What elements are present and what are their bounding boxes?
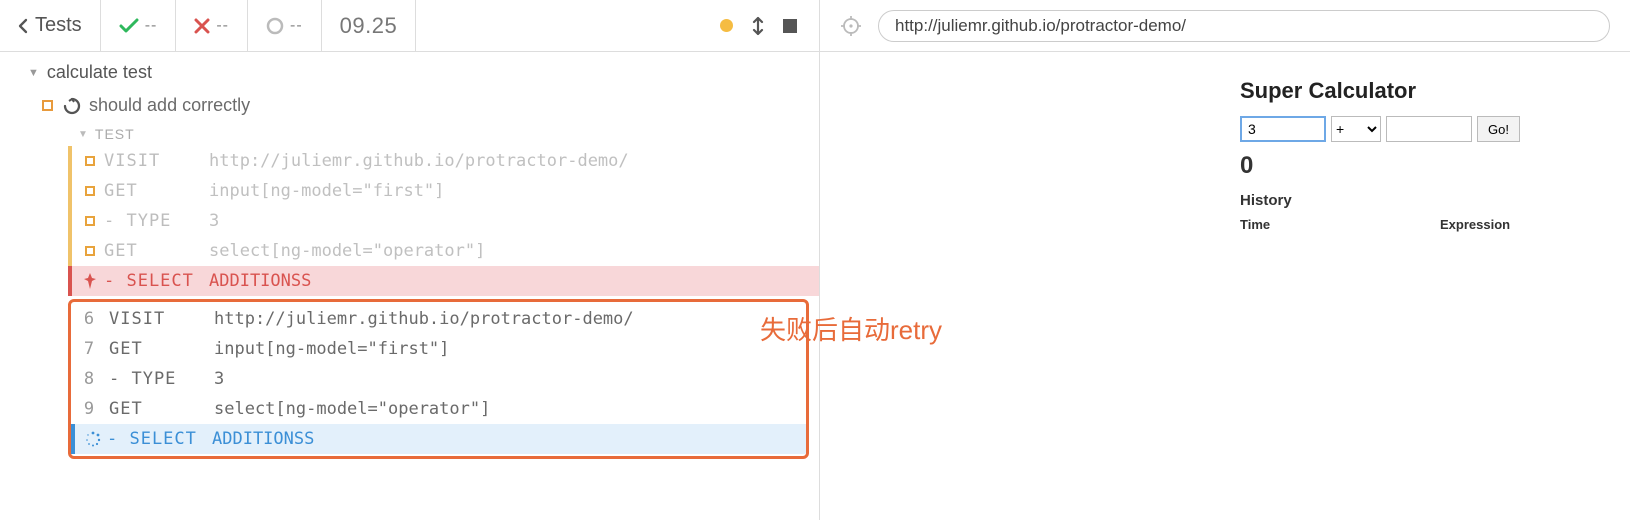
row-number: 8: [79, 369, 99, 389]
command-row[interactable]: GETselect[ng-model="operator"]: [68, 236, 819, 266]
pending-count-cell[interactable]: --: [248, 0, 322, 51]
back-to-tests[interactable]: Tests: [0, 0, 101, 51]
duration-cell: 09.25: [322, 0, 417, 51]
command-name: GET: [104, 181, 209, 201]
circle-icon: [266, 17, 284, 35]
command-message: http://juliemr.github.io/protractor-demo…: [214, 309, 634, 329]
annotation: 失败后自动retry: [760, 310, 942, 347]
history-columns: Time Expression: [1240, 217, 1580, 232]
stop-button[interactable]: [783, 19, 797, 33]
row-number: 9: [79, 399, 99, 419]
command-name: - SELECT: [107, 429, 212, 449]
operator-select[interactable]: +: [1331, 116, 1381, 142]
runner-toolbar: Tests -- -- -- 09.25: [0, 0, 819, 52]
section-label: TEST: [95, 126, 135, 142]
spinner-icon: [63, 97, 81, 115]
col-expression: Expression: [1440, 217, 1510, 232]
page-preview: Super Calculator + Go! 0 History Time Ex…: [820, 52, 1630, 520]
test-title-row[interactable]: should add correctly: [0, 91, 819, 122]
spinner-dots-icon: [79, 431, 107, 447]
calculator-title: Super Calculator: [1240, 78, 1580, 104]
command-name: - TYPE: [109, 369, 214, 389]
pass-count-cell[interactable]: --: [101, 0, 177, 51]
command-message: select[ng-model="operator"]: [209, 241, 485, 261]
pending-count: --: [290, 17, 303, 35]
history-label: History: [1240, 192, 1580, 209]
second-number-input[interactable]: [1386, 116, 1472, 142]
command-message: 3: [209, 211, 219, 231]
x-icon: [194, 18, 210, 34]
url-input[interactable]: [878, 10, 1610, 42]
command-name: - SELECT: [104, 271, 209, 291]
selector-target-icon[interactable]: [840, 15, 862, 37]
command-message: input[ng-model="first"]: [214, 339, 449, 359]
back-label: Tests: [35, 14, 82, 37]
command-name: VISIT: [104, 151, 209, 171]
calculator-result: 0: [1240, 152, 1580, 180]
test-runner-panel: Tests -- -- -- 09.25: [0, 0, 820, 520]
chevron-left-icon: [18, 18, 29, 34]
command-row[interactable]: 6 VISIThttp://juliemr.github.io/protracto…: [71, 304, 806, 334]
square-icon: [42, 100, 53, 111]
command-row[interactable]: 8 - TYPE3: [71, 364, 806, 394]
row-number: 7: [79, 339, 99, 359]
command-name: VISIT: [109, 309, 214, 329]
command-message: http://juliemr.github.io/protractor-demo…: [209, 151, 629, 171]
col-time: Time: [1240, 217, 1440, 232]
command-name: GET: [104, 241, 209, 261]
command-row[interactable]: 9 GETselect[ng-model="operator"]: [71, 394, 806, 424]
command-name: GET: [109, 399, 214, 419]
square-icon: [76, 156, 104, 166]
check-icon: [119, 18, 139, 34]
command-message: select[ng-model="operator"]: [214, 399, 490, 419]
command-name: GET: [109, 339, 214, 359]
test-title: should add correctly: [89, 95, 250, 116]
suite-title: calculate test: [47, 62, 152, 83]
command-name: - TYPE: [104, 211, 209, 231]
fail-count-cell[interactable]: --: [176, 0, 248, 51]
command-row[interactable]: GETinput[ng-model="first"]: [68, 176, 819, 206]
caret-down-icon: ▼: [28, 67, 39, 79]
retry-block: 6 VISIThttp://juliemr.github.io/protracto…: [68, 299, 809, 459]
status-dot-icon: [720, 19, 733, 32]
first-number-input[interactable]: [1240, 116, 1326, 142]
square-icon: [76, 186, 104, 196]
app-preview-panel: Super Calculator + Go! 0 History Time Ex…: [820, 0, 1630, 520]
suite-title-row[interactable]: ▼ calculate test: [0, 52, 819, 91]
command-message: input[ng-model="first"]: [209, 181, 444, 201]
duration: 09.25: [340, 13, 398, 39]
command-row-error[interactable]: - SELECT ADDITIONSS: [68, 266, 819, 296]
go-button[interactable]: Go!: [1477, 116, 1520, 142]
command-row-running[interactable]: - SELECT ADDITIONSS: [71, 424, 806, 454]
command-message: 3: [214, 369, 224, 389]
section-label-row[interactable]: ▼ TEST: [68, 122, 819, 146]
url-bar: [820, 0, 1630, 52]
caret-down-icon: ▼: [78, 129, 89, 140]
command-row[interactable]: VISIThttp://juliemr.github.io/protractor…: [68, 146, 819, 176]
fail-count: --: [216, 17, 229, 35]
command-row[interactable]: 7 GETinput[ng-model="first"]: [71, 334, 806, 364]
command-row[interactable]: - TYPE3: [68, 206, 819, 236]
pin-icon: [76, 273, 104, 289]
command-message: ADDITIONSS: [209, 271, 311, 291]
row-number: 6: [79, 309, 99, 329]
command-message: ADDITIONSS: [212, 429, 314, 449]
command-log: ▼ calculate test should add correctly ▼ …: [0, 52, 819, 520]
pass-count: --: [145, 17, 158, 35]
resize-arrows-icon[interactable]: [751, 16, 765, 36]
square-icon: [76, 216, 104, 226]
square-icon: [76, 246, 104, 256]
